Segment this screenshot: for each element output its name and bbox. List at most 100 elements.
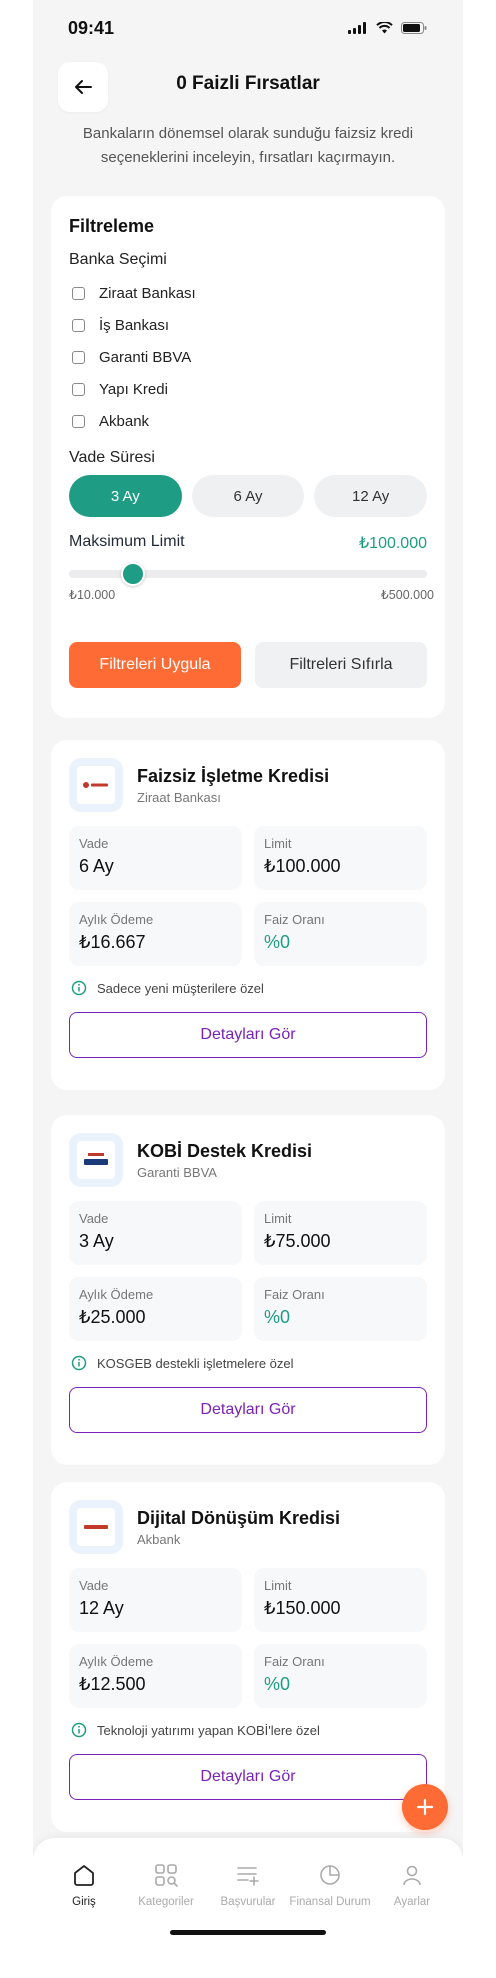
loan-stats: Vade 12 Ay Limit ₺150.000 Aylık Ödeme ₺1…	[69, 1568, 427, 1708]
page-title: 0 Faizli Fırsatlar	[176, 73, 320, 94]
stat-value: %0	[264, 932, 291, 952]
battery-icon	[401, 22, 427, 34]
checkbox[interactable]	[72, 318, 85, 332]
categories-icon	[155, 1864, 178, 1887]
info-icon	[71, 1355, 87, 1371]
stat-label: Aylık Ödeme	[79, 912, 154, 927]
term-selector: 3 Ay 6 Ay 12 Ay	[69, 475, 428, 517]
details-button[interactable]: Detayları Gör	[69, 1387, 427, 1433]
limit-max: ₺500.000	[380, 588, 434, 602]
checkbox[interactable]	[72, 382, 85, 396]
status-time: 09:41	[68, 17, 115, 38]
stat-label: Faiz Oranı	[264, 1654, 325, 1669]
bbva-logo-icon	[77, 1141, 115, 1179]
info-icon	[71, 980, 87, 996]
loan-note: Sadece yeni müşterilere özel	[69, 980, 427, 996]
plus-icon	[416, 1798, 434, 1816]
stat-label: Faiz Oranı	[264, 1287, 325, 1302]
bank-option-yapi-kredi[interactable]: Yapı Kredi	[69, 373, 427, 405]
term-option-6[interactable]: 6 Ay	[191, 475, 305, 517]
tab-home[interactable]: Giriş	[44, 1862, 124, 1908]
info-icon	[71, 1722, 87, 1738]
stat-value: ₺100.000	[264, 856, 341, 876]
stat-value: 6 Ay	[79, 856, 114, 876]
limit-slider[interactable]	[69, 561, 427, 586]
list-add-icon	[237, 1867, 259, 1886]
stat-monthly: Aylık Ödeme ₺12.500	[69, 1644, 242, 1708]
tab-label: Giriş	[72, 1896, 96, 1908]
bank-option-garanti[interactable]: Garanti BBVA	[69, 341, 427, 373]
stat-label: Vade	[79, 1211, 109, 1226]
bank-option-label: Akbank	[99, 412, 150, 430]
tab-categories[interactable]: Kategoriler	[126, 1862, 206, 1908]
stat-value: ₺12.500	[79, 1674, 146, 1694]
stat-value: 12 Ay	[79, 1598, 124, 1618]
stat-label: Faiz Oranı	[264, 912, 325, 927]
term-label: Vade Süresi	[69, 449, 155, 466]
checkbox[interactable]	[72, 350, 85, 364]
loan-header: Dijital Dönüşüm Kredisi Akbank	[69, 1500, 427, 1554]
bank-logo	[69, 1133, 123, 1187]
loan-title: KOBİ Destek Kredisi	[137, 1140, 313, 1161]
stat-term: Vade 12 Ay	[69, 1568, 242, 1632]
term-option-12[interactable]: 12 Ay	[314, 475, 428, 517]
stat-value: 3 Ay	[79, 1231, 114, 1251]
stat-value: ₺75.000	[264, 1231, 331, 1251]
loan-card: Dijital Dönüşüm Kredisi Akbank Vade 12 A…	[51, 1482, 445, 1832]
tab-applications[interactable]: Başvurular	[208, 1862, 288, 1908]
bank-selection-label: Banka Seçimi	[69, 251, 167, 268]
loan-note-text: Teknoloji yatırımı yapan KOBİ'lere özel	[97, 1722, 320, 1738]
loan-card: Faizsiz İşletme Kredisi Ziraat Bankası V…	[51, 740, 445, 1090]
loan-stats: Vade 3 Ay Limit ₺75.000 Aylık Ödeme ₺25.…	[69, 1201, 427, 1341]
loan-note-text: KOSGEB destekli işletmelere özel	[97, 1355, 294, 1371]
limit-range: ₺10.000 ₺500.000	[69, 587, 434, 602]
loan-bank: Ziraat Bankası	[137, 789, 221, 805]
limit-label: Maksimum Limit	[69, 533, 185, 550]
tab-label: Ayarlar	[393, 1896, 431, 1908]
limit-min: ₺10.000	[69, 588, 116, 602]
pie-chart-icon	[320, 1865, 340, 1885]
bank-option-ziraat[interactable]: Ziraat Bankası	[69, 277, 427, 309]
loan-note-text: Sadece yeni müşterilere özel	[97, 980, 264, 996]
tab-label: Başvurular	[220, 1896, 276, 1908]
filter-title: Filtreleme	[69, 216, 155, 236]
loan-note: KOSGEB destekli işletmelere özel	[69, 1355, 427, 1371]
stat-rate: Faiz Oranı %0	[254, 1277, 427, 1341]
slider-thumb[interactable]	[121, 562, 146, 586]
bank-option-is[interactable]: İş Bankası	[69, 309, 427, 341]
stat-value: %0	[264, 1307, 291, 1327]
stat-label: Aylık Ödeme	[79, 1654, 154, 1669]
loan-note: Teknoloji yatırımı yapan KOBİ'lere özel	[69, 1722, 427, 1738]
tab-settings[interactable]: Ayarlar	[372, 1862, 452, 1908]
term-option-3[interactable]: 3 Ay	[69, 475, 182, 517]
checkbox[interactable]	[72, 286, 85, 300]
bank-logo	[69, 758, 123, 812]
ziraat-logo-icon	[77, 766, 115, 804]
stat-value: ₺25.000	[79, 1307, 146, 1327]
phone-screen: 09:41 0 Faizli Fırsatlar Bankaların döne…	[33, 0, 463, 1978]
tab-label: Kategoriler	[138, 1896, 194, 1908]
loan-bank: Garanti BBVA	[137, 1164, 217, 1180]
tab-financial-status[interactable]: Finansal Durum	[289, 1862, 371, 1908]
stat-value: ₺150.000	[264, 1598, 341, 1618]
apply-filters-button[interactable]: Filtreleri Uygula	[69, 642, 241, 688]
tab-list: Giriş Kategoriler Başvurular Finansal Du…	[33, 1838, 463, 1908]
stat-value: ₺16.667	[79, 932, 146, 952]
loan-bank: Akbank	[137, 1531, 181, 1547]
checkbox[interactable]	[72, 414, 85, 428]
details-button[interactable]: Detayları Gör	[69, 1012, 427, 1058]
akbank-logo-icon	[77, 1508, 115, 1546]
reset-filters-button[interactable]: Filtreleri Sıfırla	[255, 642, 427, 688]
loan-title: Faizsiz İşletme Kredisi	[137, 765, 330, 786]
signal-icon	[348, 22, 366, 34]
bank-option-akbank[interactable]: Akbank	[69, 405, 427, 437]
stat-label: Aylık Ödeme	[79, 1287, 154, 1302]
stat-monthly: Aylık Ödeme ₺25.000	[69, 1277, 242, 1341]
bank-option-label: Ziraat Bankası	[99, 284, 196, 302]
loan-card: KOBİ Destek Kredisi Garanti BBVA Vade 3 …	[51, 1115, 445, 1465]
add-fab-button[interactable]	[402, 1784, 448, 1830]
details-button[interactable]: Detayları Gör	[69, 1754, 427, 1800]
home-indicator	[170, 1930, 326, 1935]
stat-limit: Limit ₺75.000	[254, 1201, 427, 1265]
tab-label: Finansal Durum	[289, 1896, 371, 1908]
